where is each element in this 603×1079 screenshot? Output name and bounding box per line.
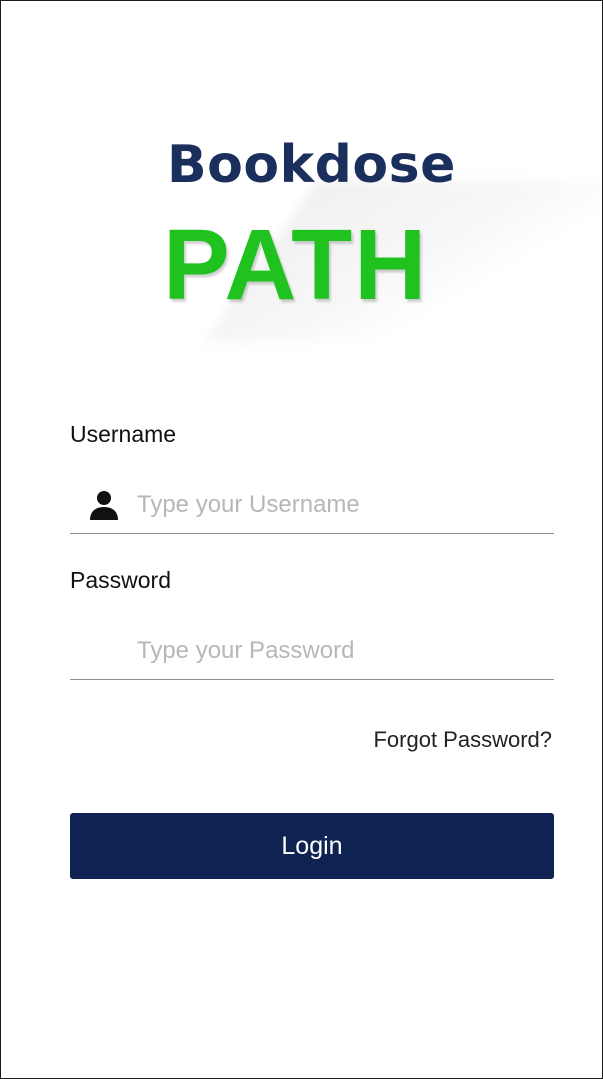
forgot-password-link[interactable]: Forgot Password? — [373, 727, 552, 753]
user-icon — [90, 491, 118, 520]
login-button[interactable]: Login — [70, 813, 554, 879]
password-field — [70, 623, 554, 680]
username-input[interactable] — [137, 485, 537, 525]
login-screen: Bookdose PATH Username Password Forgot P… — [0, 0, 603, 1079]
username-label: Username — [70, 421, 177, 447]
login-button-label: Login — [281, 831, 343, 860]
password-label: Password — [70, 567, 171, 593]
username-field — [70, 477, 554, 534]
logo-brand-text: Bookdose — [167, 135, 456, 195]
logo-product-text: PATH — [163, 209, 429, 321]
password-input[interactable] — [137, 631, 537, 671]
app-logo: Bookdose PATH — [151, 131, 602, 341]
